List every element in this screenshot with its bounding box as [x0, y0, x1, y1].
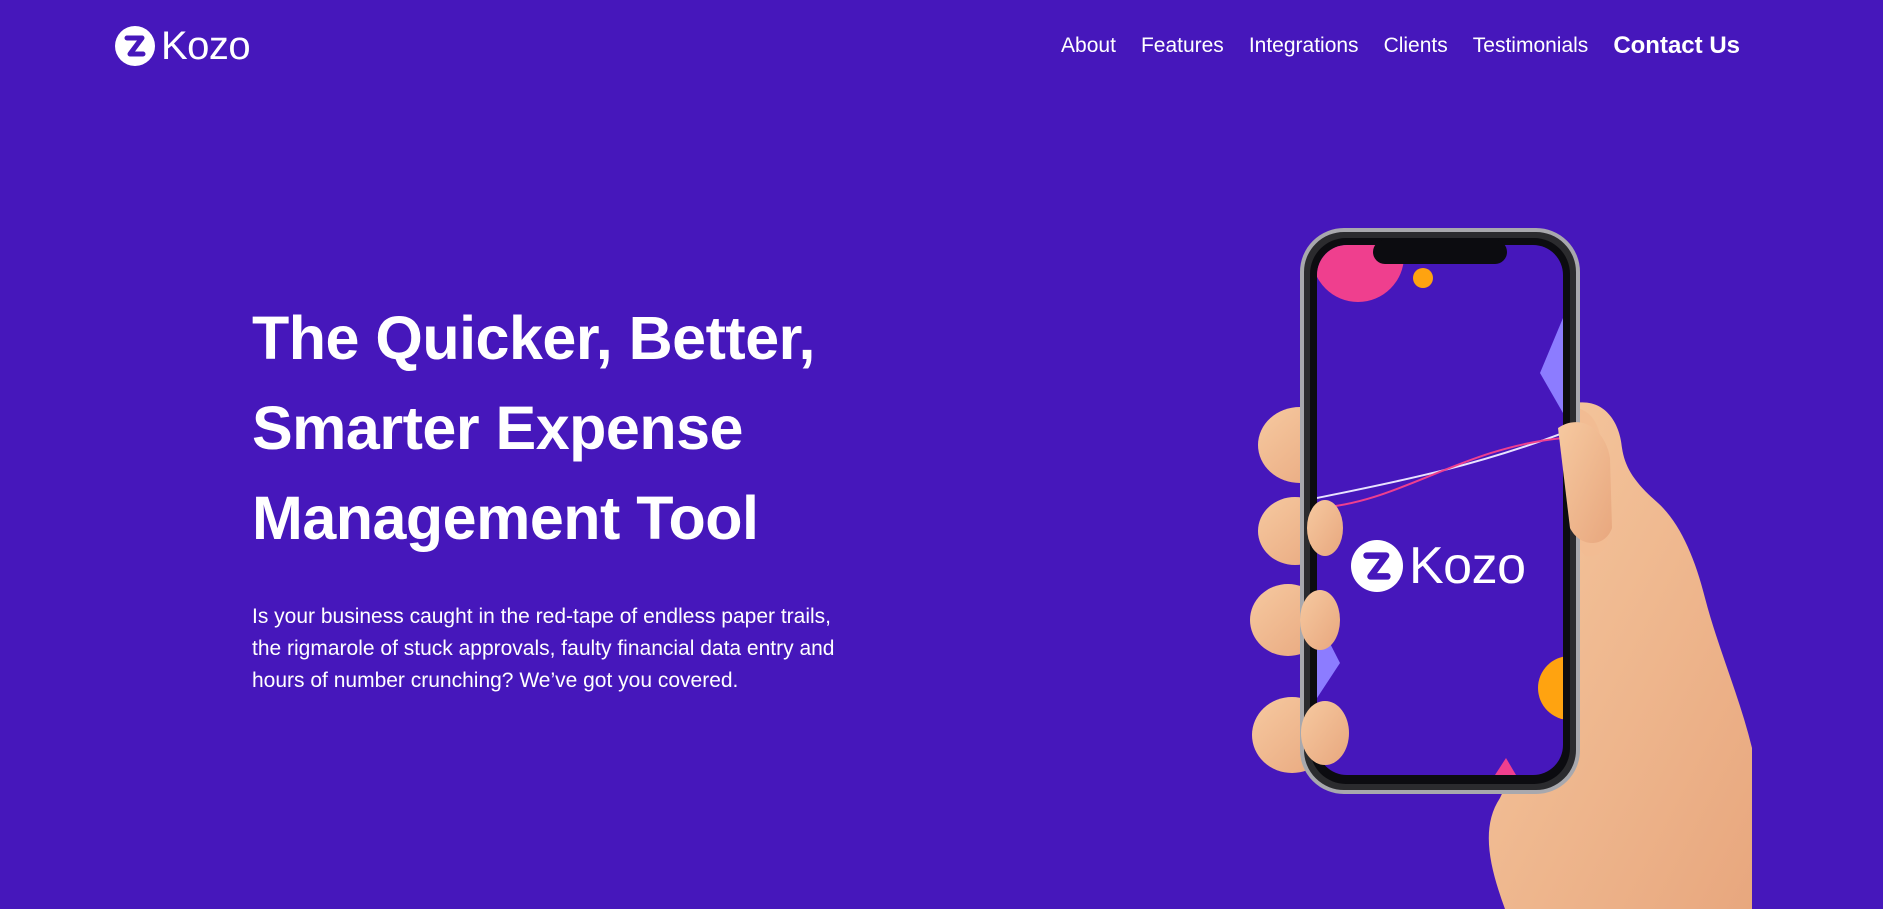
nav-clients[interactable]: Clients: [1384, 30, 1448, 62]
phone-screen-logo: Kozo: [1351, 540, 1526, 592]
hero-description: Is your business caught in the red-tape …: [252, 605, 835, 692]
logo-text: Kozo: [161, 24, 251, 68]
kozo-logo-icon: [115, 26, 155, 66]
main-nav: About Features Integrations Clients Test…: [1061, 30, 1740, 62]
kozo-logo-icon: [1351, 540, 1403, 592]
nav-about[interactable]: About: [1061, 30, 1116, 62]
nav-testimonials[interactable]: Testimonials: [1473, 30, 1589, 62]
header-logo[interactable]: Kozo: [115, 24, 251, 68]
nav-integrations[interactable]: Integrations: [1249, 30, 1359, 62]
nav-features[interactable]: Features: [1141, 30, 1224, 62]
nav-contact-us[interactable]: Contact Us: [1613, 30, 1740, 62]
phone-logo-text: Kozo: [1409, 537, 1526, 595]
hero-title: The Quicker, Better, Smarter Expense Man…: [252, 304, 815, 552]
